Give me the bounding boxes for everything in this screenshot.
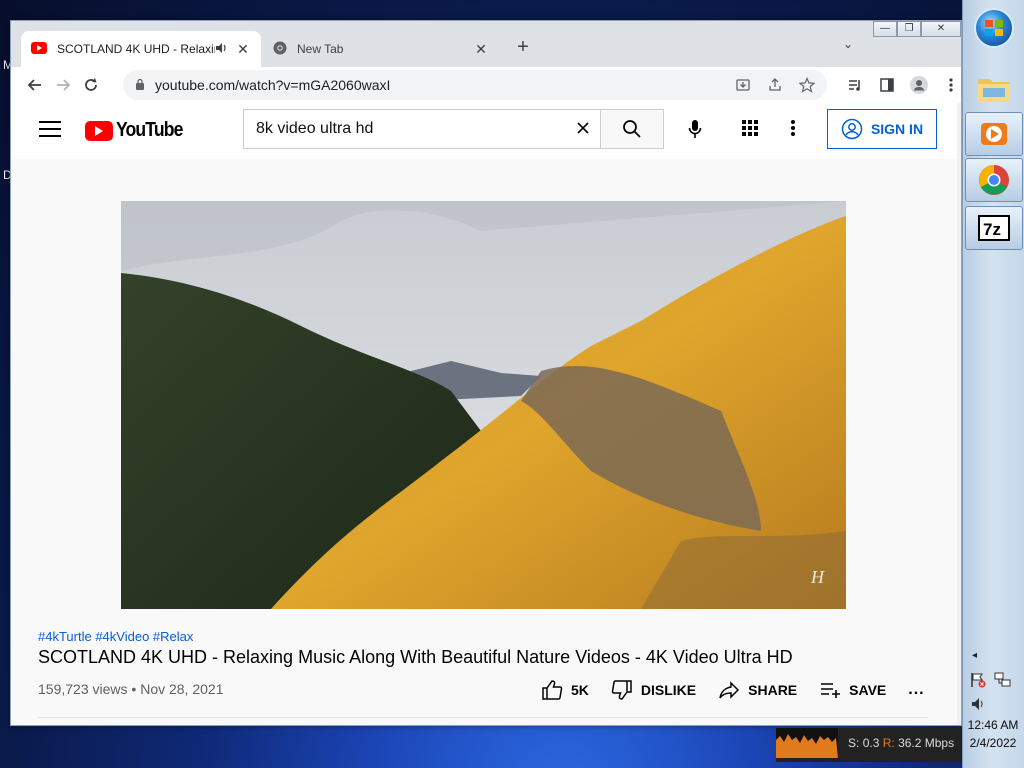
- youtube-header: YouTube 8k video ultra hd SIGN IN: [11, 103, 961, 159]
- share-arrow-icon: [719, 681, 740, 699]
- video-hashtags[interactable]: #4kTurtle #4kVideo #Relax: [38, 629, 193, 644]
- close-tab-icon[interactable]: ✕: [473, 41, 489, 58]
- close-tab-icon[interactable]: ✕: [235, 41, 251, 58]
- tab-search-button[interactable]: ⌄: [843, 37, 853, 51]
- taskbar-7zip[interactable]: 7z: [965, 206, 1023, 250]
- taskbar-media-player[interactable]: [965, 112, 1023, 156]
- dislike-label: DISLIKE: [640, 682, 697, 698]
- action-center-flag-icon[interactable]: [970, 672, 986, 693]
- close-window-button[interactable]: ✕: [921, 21, 961, 37]
- bookmark-star-icon[interactable]: [793, 71, 821, 99]
- more-actions-dots: ...: [908, 681, 925, 698]
- svg-text:7z: 7z: [983, 220, 1001, 239]
- dislike-button[interactable]: DISLIKE: [611, 679, 696, 701]
- video-frame-landscape: H: [121, 201, 846, 609]
- network-icon[interactable]: [994, 672, 1012, 693]
- video-title: SCOTLAND 4K UHD - Relaxing Music Along W…: [38, 647, 793, 667]
- address-bar[interactable]: youtube.com/watch?v=mGA2060waxI: [123, 70, 827, 100]
- like-button[interactable]: 5K: [541, 679, 589, 701]
- playlist-add-icon: [821, 683, 841, 698]
- maximize-button[interactable]: ❐: [897, 21, 921, 37]
- clear-search-icon[interactable]: [576, 118, 590, 141]
- section-divider: [38, 717, 928, 718]
- tab-title: New Tab: [297, 42, 344, 56]
- chrome-icon: [979, 165, 1009, 195]
- side-panel-icon[interactable]: [873, 71, 901, 99]
- chrome-window: SCOTLAND 4K UHD - Relaxin ✕ New Tab ✕ + …: [10, 20, 962, 726]
- hamburger-menu-icon[interactable]: [39, 119, 61, 139]
- chrome-menu-icon[interactable]: [937, 71, 961, 99]
- video-actions: 5K DISLIKE SHARE SAVE ...: [541, 679, 925, 701]
- thumbs-down-icon: [611, 680, 632, 700]
- search-input[interactable]: 8k video ultra hd: [243, 109, 601, 149]
- search-query-text: 8k video ultra hd: [256, 120, 374, 137]
- video-player[interactable]: H: [121, 201, 846, 609]
- lock-icon[interactable]: [135, 78, 145, 93]
- upload-date: Nov 28, 2021: [140, 681, 224, 697]
- clock-time: 12:46 AM: [967, 718, 1019, 732]
- sign-in-button[interactable]: SIGN IN: [827, 109, 937, 149]
- back-button[interactable]: [21, 71, 49, 99]
- settings-more-icon[interactable]: [791, 119, 795, 142]
- taskbar-chrome[interactable]: [965, 158, 1023, 202]
- video-meta: 159,723 views • Nov 28, 2021: [38, 681, 224, 697]
- clock-date: 2/4/2022: [969, 736, 1017, 750]
- network-speed-text: S: 0.3 R: 36.2 Mbps: [848, 736, 955, 750]
- share-label: SHARE: [748, 682, 798, 698]
- meta-separator: •: [131, 681, 137, 697]
- youtube-favicon-icon: [31, 41, 47, 57]
- youtube-page: YouTube 8k video ultra hd SIGN IN H #4kT…: [11, 103, 961, 725]
- new-tab-button[interactable]: +: [511, 35, 535, 59]
- chrome-favicon-icon: [273, 41, 287, 58]
- forward-button[interactable]: [49, 71, 77, 99]
- share-button[interactable]: SHARE: [718, 679, 797, 701]
- speaker-icon[interactable]: [215, 42, 227, 57]
- taskbar-clock[interactable]: 12:46 AM 2/4/2022: [962, 716, 1024, 752]
- folder-icon: [978, 79, 1010, 102]
- network-graph: [776, 728, 838, 758]
- tab-new-tab[interactable]: New Tab ✕: [263, 31, 499, 67]
- 7zip-icon: 7z: [978, 215, 1010, 241]
- youtube-logo[interactable]: YouTube: [85, 119, 192, 142]
- minimize-button[interactable]: —: [873, 21, 897, 37]
- taskbar-explorer[interactable]: [965, 66, 1023, 110]
- apps-grid-icon[interactable]: [741, 119, 759, 142]
- tab-youtube-video[interactable]: SCOTLAND 4K UHD - Relaxin ✕: [21, 31, 261, 67]
- reload-button[interactable]: [77, 71, 105, 99]
- url-text: youtube.com/watch?v=mGA2060waxI: [155, 77, 391, 93]
- voice-search-button[interactable]: [681, 115, 709, 143]
- media-controls-icon[interactable]: [841, 71, 869, 99]
- more-actions-button[interactable]: ...: [908, 681, 924, 699]
- volume-icon[interactable]: [970, 696, 986, 717]
- tray-expand-icon[interactable]: ◂: [972, 650, 977, 661]
- tab-strip: SCOTLAND 4K UHD - Relaxin ✕ New Tab ✕ + …: [11, 21, 961, 67]
- window-controls: — ❐ ✕: [873, 21, 961, 37]
- account-icon: [841, 118, 863, 140]
- start-button[interactable]: [965, 6, 1023, 50]
- view-count: 159,723 views: [38, 681, 128, 697]
- windows-logo-icon: [974, 8, 1014, 48]
- profile-icon[interactable]: [905, 71, 933, 99]
- share-icon[interactable]: [761, 71, 789, 99]
- sign-in-label: SIGN IN: [870, 121, 924, 137]
- save-button[interactable]: SAVE: [819, 679, 886, 701]
- save-label: SAVE: [849, 682, 887, 698]
- network-meter-widget: S: 0.3 R: 36.2 Mbps: [776, 728, 962, 762]
- tab-title: SCOTLAND 4K UHD - Relaxin: [57, 42, 215, 56]
- youtube-play-icon: [85, 120, 113, 141]
- search-icon: [623, 120, 641, 138]
- search-button[interactable]: [600, 109, 664, 149]
- media-player-icon: [981, 123, 1007, 145]
- browser-toolbar: youtube.com/watch?v=mGA2060waxI: [11, 67, 961, 103]
- svg-text:H: H: [810, 567, 825, 587]
- microphone-icon: [688, 120, 702, 138]
- youtube-logo-text: YouTube: [116, 119, 183, 141]
- install-app-icon[interactable]: [729, 71, 757, 99]
- thumbs-up-icon: [542, 680, 563, 700]
- like-count: 5K: [571, 682, 589, 698]
